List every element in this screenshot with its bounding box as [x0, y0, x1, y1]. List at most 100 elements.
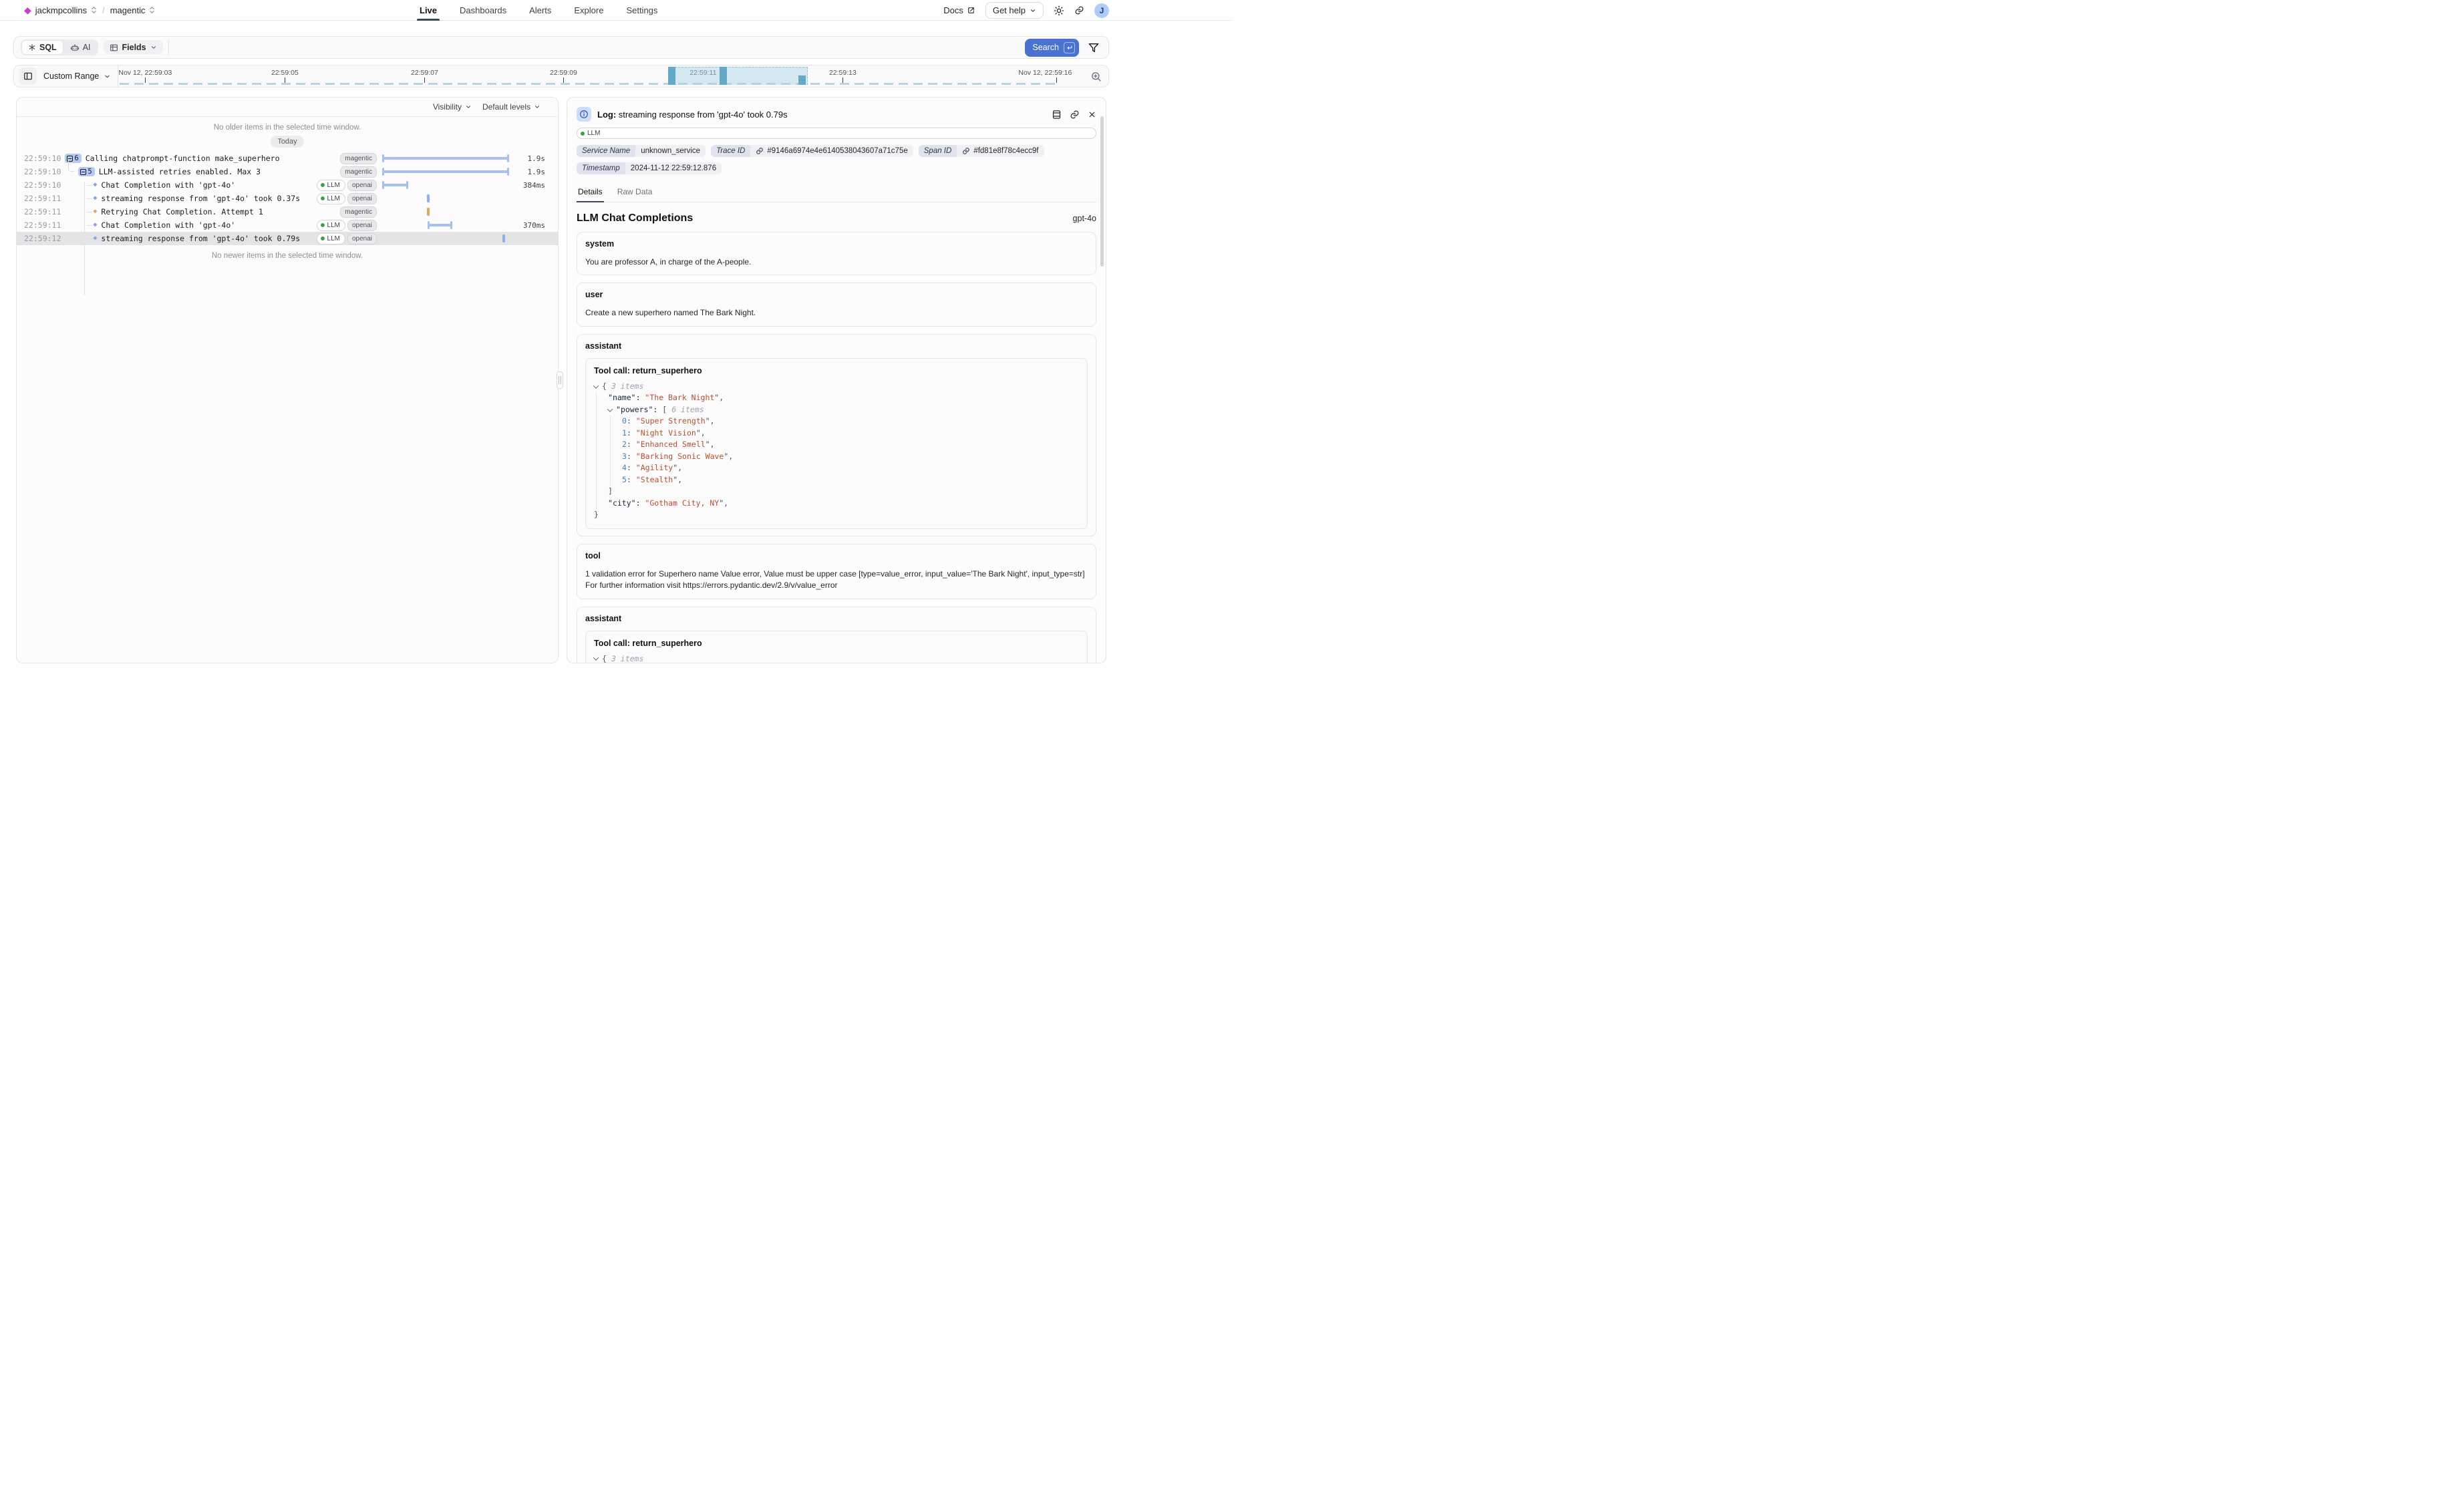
tab-raw-data[interactable]: Raw Data: [616, 184, 654, 202]
project-selector[interactable]: magentic: [110, 5, 146, 15]
visibility-dropdown[interactable]: Visibility: [433, 102, 472, 112]
chevron-down-icon: [1030, 7, 1036, 14]
get-help-button[interactable]: Get help: [985, 2, 1044, 19]
levels-dropdown[interactable]: Default levels: [482, 102, 541, 112]
link-icon: [756, 147, 764, 155]
span-bar-track: [381, 232, 514, 245]
message-card-tool: tool 1 validation error for Superhero na…: [577, 544, 1096, 599]
tab-explore[interactable]: Explore: [574, 0, 603, 21]
span-duration: 370ms: [514, 221, 545, 230]
llm-badge: LLM: [317, 180, 345, 191]
span-bar-track: [381, 152, 514, 165]
trace-id-pill[interactable]: Trace ID #9146a6974e4e6140538043607a71c7…: [711, 145, 913, 157]
sidebar-toggle-icon[interactable]: [19, 67, 37, 85]
filter-icon[interactable]: [1088, 42, 1099, 53]
span-duration: 1.9s: [514, 154, 545, 163]
timestamp-pill: Timestamp 2024-11-12 22:59:12.876: [577, 162, 722, 174]
scrollbar-thumb[interactable]: [1100, 116, 1104, 267]
span-diamond-icon: ◆: [93, 222, 97, 228]
tick-mark: [1056, 77, 1057, 83]
json-tree: 3 items nameTHE BARK NIGHT powers6 items: [594, 653, 1079, 663]
ai-mode-button[interactable]: AI: [64, 41, 97, 54]
span-bar: [382, 170, 509, 173]
span-bar-track: [381, 192, 514, 205]
query-toolbar: SQL AI Fields Search: [13, 36, 1109, 59]
tab-settings[interactable]: Settings: [626, 0, 657, 21]
tick-mark: [145, 77, 146, 83]
log-row[interactable]: 22:59:11 ◆ streaming response from 'gpt-…: [17, 192, 558, 205]
log-time: 22:59:10: [17, 180, 61, 190]
detail-title: Log: streaming response from 'gpt-4o' to…: [597, 110, 788, 120]
vendor-badge: openai: [347, 220, 377, 231]
chevron-down-icon: [465, 104, 472, 110]
span-id-pill[interactable]: Span ID #fd81e8f78c4ecc9f: [919, 145, 1044, 157]
log-list-header: Visibility Default levels: [17, 98, 558, 117]
span-duration: 1.9s: [514, 168, 545, 176]
time-range-selector[interactable]: Custom Range: [43, 71, 116, 81]
span-bar: [428, 224, 452, 226]
open-in-viewer-icon[interactable]: [1052, 110, 1062, 120]
project-chevrons-icon[interactable]: [149, 6, 155, 14]
org-chevrons-icon[interactable]: [91, 6, 97, 14]
close-icon[interactable]: [1088, 110, 1096, 119]
log-detail-panel: Log: streaming response from 'gpt-4o' to…: [567, 97, 1106, 663]
share-link-icon[interactable]: [1074, 5, 1084, 15]
log-row[interactable]: 22:59:10 5 LLM-assisted retries enabled.…: [17, 165, 558, 178]
panel-resize-handle[interactable]: [557, 371, 563, 389]
collapse-chevron-icon[interactable]: [593, 383, 599, 388]
log-row[interactable]: 22:59:10 ◆ Chat Completion with 'gpt-4o'…: [17, 178, 558, 192]
search-query-input[interactable]: [174, 37, 1020, 58]
search-button[interactable]: Search: [1025, 39, 1079, 57]
tab-dashboards[interactable]: Dashboards: [460, 0, 506, 21]
tick-label: 22:59:13: [829, 69, 857, 77]
span-diamond-icon: ◆: [93, 182, 97, 188]
span-tick: [427, 208, 430, 216]
log-row[interactable]: 22:59:10 6 Calling chatprompt-function m…: [17, 152, 558, 165]
copy-link-icon[interactable]: [1070, 110, 1080, 120]
tool-call-card: Tool call: return_superhero 3 items name…: [585, 631, 1088, 663]
sql-mode-button[interactable]: SQL: [22, 41, 63, 54]
theme-toggle-icon[interactable]: [1054, 5, 1064, 16]
log-row-selected[interactable]: 22:59:12 ◆ streaming response from 'gpt-…: [17, 232, 558, 245]
message-role: assistant: [585, 341, 1088, 351]
llm-badge: LLM: [317, 193, 345, 204]
log-row[interactable]: 22:59:11 ◆ Retrying Chat Completion. Att…: [17, 205, 558, 218]
tab-alerts[interactable]: Alerts: [529, 0, 551, 21]
span-diamond-warning-icon: ◆: [93, 208, 97, 215]
log-time: 22:59:11: [17, 194, 61, 203]
timeline-track[interactable]: Nov 12, 22:59:03 22:59:05 22:59:07 22:59…: [120, 65, 1084, 88]
today-badge: Today: [271, 136, 303, 148]
collapse-count-badge[interactable]: 5: [78, 167, 94, 176]
detail-tabs: Details Raw Data: [577, 184, 1096, 202]
chevron-down-icon: [150, 44, 157, 51]
detail-metadata: Service Name unknown_service Trace ID #9…: [577, 145, 1096, 174]
collapse-chevron-icon[interactable]: [607, 406, 613, 411]
docs-link[interactable]: Docs: [943, 5, 975, 15]
log-message: Calling chatprompt-function make_superhe…: [86, 154, 280, 163]
dataset-badge: magentic: [340, 153, 377, 164]
vendor-badge: openai: [347, 193, 377, 204]
app-logo-icon: ◆: [24, 5, 31, 15]
tab-details[interactable]: Details: [577, 184, 604, 202]
message-card-system: system You are professor A, in charge of…: [577, 232, 1096, 275]
tick-mark: [424, 77, 425, 83]
tab-live[interactable]: Live: [420, 0, 437, 21]
tick-label: Nov 12, 22:59:16: [1018, 69, 1072, 77]
log-row[interactable]: 22:59:11 ◆ Chat Completion with 'gpt-4o'…: [17, 218, 558, 232]
span-duration: 384ms: [514, 181, 545, 190]
chevron-down-icon: [104, 73, 111, 80]
zoom-in-icon[interactable]: [1090, 71, 1102, 82]
external-link-icon: [967, 6, 975, 15]
service-name-pill: Service Name unknown_service: [577, 145, 706, 157]
llm-badge: LLM: [577, 128, 1096, 139]
log-time: 22:59:11: [17, 220, 61, 230]
collapse-chevron-icon[interactable]: [593, 655, 599, 661]
log-list-panel: Visibility Default levels No older items…: [16, 97, 559, 663]
span-tick: [502, 234, 505, 242]
message-card-assistant: assistant Tool call: return_superhero 3 …: [577, 334, 1096, 536]
timeline-selection[interactable]: [668, 67, 808, 85]
log-rows: 22:59:10 6 Calling chatprompt-function m…: [17, 152, 558, 245]
fields-button[interactable]: Fields: [104, 40, 163, 55]
org-selector[interactable]: jackmpcollins: [35, 5, 87, 15]
avatar[interactable]: J: [1094, 3, 1109, 18]
